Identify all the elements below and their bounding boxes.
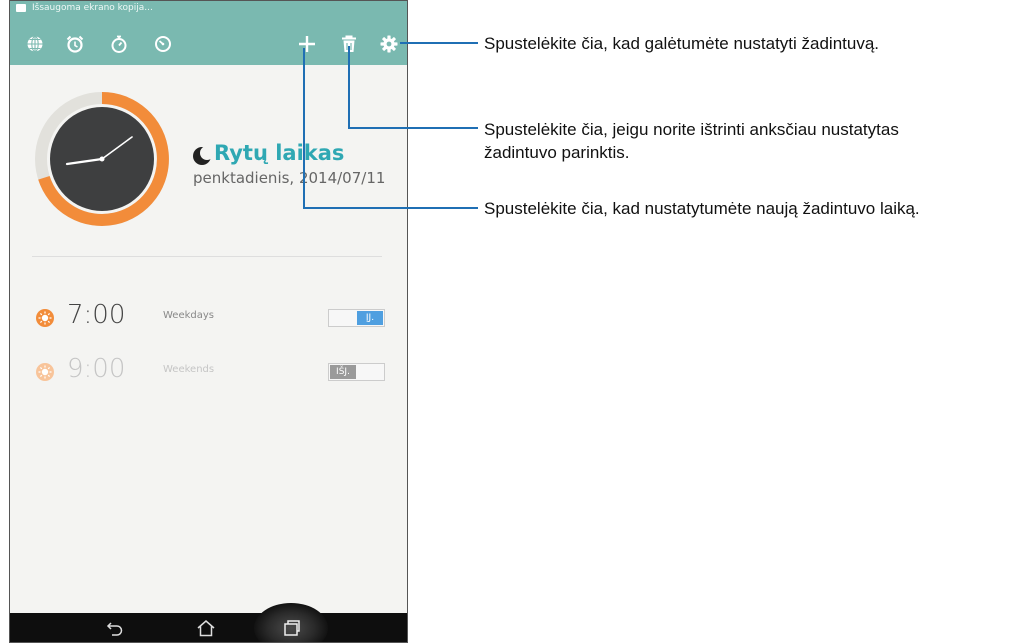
current-date: penktadienis, 2014/07/11: [193, 169, 386, 187]
recent-apps-icon[interactable]: [272, 615, 312, 640]
toggle-label: IŠJ.: [330, 365, 356, 379]
screenshot-notification: Išsaugoma ekrano kopija...: [16, 3, 153, 13]
callout-add: Spustelėkite čia, kad nustatytumėte nauj…: [484, 199, 920, 218]
alarm-toggle[interactable]: IŠJ.: [328, 363, 385, 381]
clock-content: Rytų laikas penktadienis, 2014/07/11 7:0…: [10, 65, 407, 615]
callout-line-settings: [400, 42, 478, 44]
analog-clock: [35, 92, 169, 226]
stopwatch-icon[interactable]: [106, 31, 132, 57]
callout-settings: Spustelėkite čia, kad galėtumėte nustaty…: [484, 34, 880, 53]
callout-line-delete: [348, 127, 478, 129]
timezone-name: Rytų laikas: [214, 141, 345, 165]
gear-icon[interactable]: [376, 31, 402, 57]
sun-icon: [36, 309, 54, 327]
night-moon-icon: [193, 146, 214, 165]
toggle-label: ĮJ.: [357, 311, 383, 325]
callout-delete-line2: žadintuvo parinktis.: [484, 143, 630, 162]
callout-line-delete: [348, 46, 350, 128]
alarm-days: Weekdays: [163, 310, 215, 321]
alarm-days: Weekends: [163, 364, 215, 375]
globe-icon[interactable]: [22, 31, 48, 57]
timer-icon[interactable]: [150, 31, 176, 57]
alarm-row[interactable]: 9:00 Weekends IŠJ.: [10, 352, 407, 392]
callout-line-add: [303, 207, 478, 209]
add-icon[interactable]: [294, 31, 320, 57]
callout-delete-line1: Spustelėkite čia, jeigu norite ištrinti …: [484, 120, 899, 139]
home-icon[interactable]: [186, 615, 226, 640]
alarm-row[interactable]: 7:00 Weekdays ĮJ.: [10, 298, 407, 338]
alarm-time: 9:00: [67, 354, 126, 384]
sun-icon: [36, 363, 54, 381]
back-icon[interactable]: [95, 615, 135, 640]
callout-line-add: [303, 48, 305, 208]
notification-text: Išsaugoma ekrano kopija...: [32, 3, 153, 13]
alarm-time: 7:00: [67, 300, 126, 330]
status-bar: Išsaugoma ekrano kopija...: [10, 1, 407, 25]
navigation-bar: [10, 603, 407, 642]
divider: [32, 256, 382, 257]
screenshot-icon: [16, 3, 26, 12]
alarm-clock-icon[interactable]: [62, 31, 88, 57]
alarm-toggle[interactable]: ĮJ.: [328, 309, 385, 327]
